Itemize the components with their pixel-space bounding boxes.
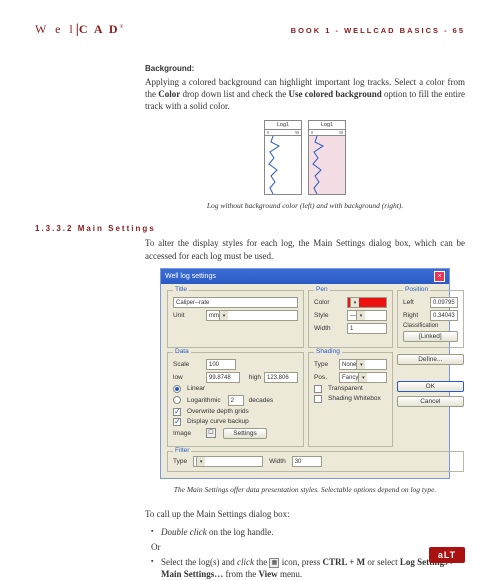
filter-type-combo[interactable]: ▾	[193, 456, 263, 467]
logo-pre: W e l	[35, 22, 76, 36]
define-button[interactable]: Define...	[397, 354, 464, 365]
settings-button[interactable]: Settings	[223, 428, 267, 439]
unit-combo[interactable]: mm▾	[206, 310, 298, 321]
log-caption: Log without background color (left) and …	[145, 201, 465, 210]
right-field[interactable]: 0.34043	[430, 310, 458, 321]
bullet-select: Select the log(s) and click the ▦ icon, …	[151, 556, 465, 580]
log-track-left: Log1 050	[264, 120, 302, 195]
group-title: Title Caliper--rate Unit mm▾	[167, 290, 304, 348]
transparent-checkbox[interactable]	[314, 385, 322, 393]
depth-grids-checkbox[interactable]	[173, 408, 181, 416]
dialog-titlebar[interactable]: Well log settings ×	[161, 269, 449, 284]
breadcrumb: BOOK 1 - WELLCAD BASICS - 65	[291, 26, 465, 35]
group-position: Position Left0.09795 Right0.34043 Classi…	[397, 290, 464, 348]
left-field[interactable]: 0.09795	[430, 297, 458, 308]
dialog-caption: The Main Settings offer data presentatio…	[145, 485, 465, 494]
decades-field[interactable]: 2	[228, 395, 244, 406]
color-combo[interactable]: ▾	[347, 297, 387, 308]
linear-radio[interactable]	[173, 385, 181, 393]
curve-backup-checkbox[interactable]	[173, 418, 181, 426]
chevron-down-icon[interactable]: ▾	[356, 311, 365, 320]
section-number: 1.3.3.2 Main Settings	[35, 224, 465, 233]
group-data: Data Scale100 low99.8748high123.806 Line…	[167, 352, 304, 447]
main-settings-dialog: Well log settings × Title Caliper--rate …	[160, 268, 450, 479]
dialog-title: Well log settings	[165, 273, 216, 280]
group-filter: Filter Type ▾ Width 30	[167, 451, 464, 472]
logo-post: C A D	[79, 22, 120, 36]
bullet-doubleclick: Double click on the log handle.	[151, 526, 465, 538]
width-field[interactable]: 1	[347, 323, 387, 334]
ok-button[interactable]: OK	[397, 381, 464, 392]
background-heading: Background:	[145, 64, 465, 73]
low-field[interactable]: 99.8748	[206, 372, 240, 383]
cancel-button[interactable]: Cancel	[397, 396, 464, 407]
chevron-down-icon[interactable]: ▾	[196, 457, 205, 466]
button-column: Define... OK Cancel	[397, 354, 464, 447]
background-paragraph: Applying a colored background can highli…	[145, 76, 465, 112]
settings-toolbar-icon: ▦	[269, 558, 279, 568]
image-icon[interactable]: ☐	[206, 428, 216, 438]
shading-pos-combo[interactable]: Fancy▾	[339, 372, 387, 383]
or-text: Or	[151, 542, 465, 552]
chevron-down-icon[interactable]: ▾	[350, 298, 359, 307]
callup-intro: To call up the Main Settings dialog box:	[145, 508, 465, 520]
high-field[interactable]: 123.806	[264, 372, 298, 383]
wellcad-logo: W e l|C A D®	[35, 22, 126, 38]
close-icon[interactable]: ×	[434, 271, 445, 282]
log2-title: Log1	[309, 121, 345, 130]
name-field[interactable]: Caliper--rate	[173, 297, 298, 308]
shading-type-combo[interactable]: None▾	[339, 359, 387, 370]
filter-width-field[interactable]: 30	[292, 456, 322, 467]
group-pen: Pen Color▾ Style—▾ Width1	[308, 290, 393, 348]
linked-button[interactable]: [Linked]	[403, 331, 458, 342]
style-combo[interactable]: —▾	[347, 310, 387, 321]
section-intro: To alter the display styles for each log…	[145, 237, 465, 261]
alt-logo: aLT	[429, 547, 465, 563]
log-radio[interactable]	[173, 396, 181, 404]
log-figure: Log1 050 Log1 050	[145, 118, 465, 195]
chevron-down-icon[interactable]: ▾	[358, 373, 367, 382]
chevron-down-icon[interactable]: ▾	[219, 311, 228, 320]
scale-field[interactable]: 100	[206, 359, 236, 370]
group-shading: Shading TypeNone▾ Pos.Fancy▾ Transparent…	[308, 352, 393, 447]
log1-title: Log1	[265, 121, 301, 130]
shading-whitebox-checkbox[interactable]	[314, 395, 322, 403]
log-track-right: Log1 050	[308, 120, 346, 195]
chevron-down-icon[interactable]: ▾	[356, 360, 365, 369]
